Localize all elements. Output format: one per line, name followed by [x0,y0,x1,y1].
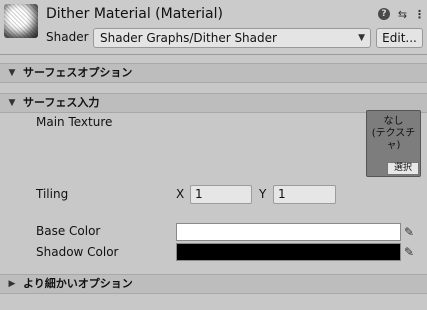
tiling-x-field[interactable]: 1 [190,185,252,204]
foldout-expanded-icon: ▼ [8,98,16,108]
shadow-color-field[interactable] [176,243,401,261]
texture-select-button[interactable]: 選択 [387,162,419,175]
surface-options-header[interactable]: ▼ サーフェスオプション [0,63,427,83]
shader-label: Shader [46,30,89,44]
material-header: Dither Material (Material) ? ⇆ ⋮ Shader … [0,0,427,55]
shadow-color-label: Shadow Color [36,245,119,259]
tiling-x-label: X [176,187,185,201]
texture-none-text: なし [383,116,404,127]
shader-dropdown[interactable]: Shader Graphs/Dither Shader ▼ [93,28,371,48]
dropdown-arrow-icon: ▼ [358,33,365,43]
tiling-y-label: Y [259,187,267,201]
base-color-label: Base Color [36,224,101,238]
foldout-expanded-icon: ▼ [8,68,16,78]
presets-icon[interactable]: ⇆ [396,8,409,21]
advanced-options-title: より細かいオプション [23,277,133,290]
foldout-collapsed-icon: ▶ [8,279,16,289]
material-preview-thumbnail[interactable] [4,4,38,38]
edit-shader-button[interactable]: Edit... [376,28,423,48]
eyedropper-icon[interactable]: ✎ [404,225,418,239]
help-icon[interactable]: ? [378,8,390,20]
surface-inputs-title: サーフェス入力 [23,96,100,109]
context-menu-icon[interactable]: ⋮ [413,8,426,21]
material-inspector: Dither Material (Material) ? ⇆ ⋮ Shader … [0,0,427,310]
shader-dropdown-value: Shader Graphs/Dither Shader [100,31,277,45]
main-texture-label: Main Texture [36,115,113,129]
tiling-y-field[interactable]: 1 [273,185,336,204]
tiling-label: Tiling [36,187,69,201]
advanced-options-header[interactable]: ▶ より細かいオプション [0,274,427,294]
surface-inputs-header[interactable]: ▼ サーフェス入力 [0,93,427,113]
main-texture-slot[interactable]: なし (テクスチャ) 選択 [366,110,421,177]
texture-type-text: (テクスチャ) [371,128,416,151]
surface-options-title: サーフェスオプション [23,66,133,79]
eyedropper-icon[interactable]: ✎ [404,245,418,259]
material-title: Dither Material (Material) [46,6,223,22]
base-color-field[interactable] [176,223,401,241]
